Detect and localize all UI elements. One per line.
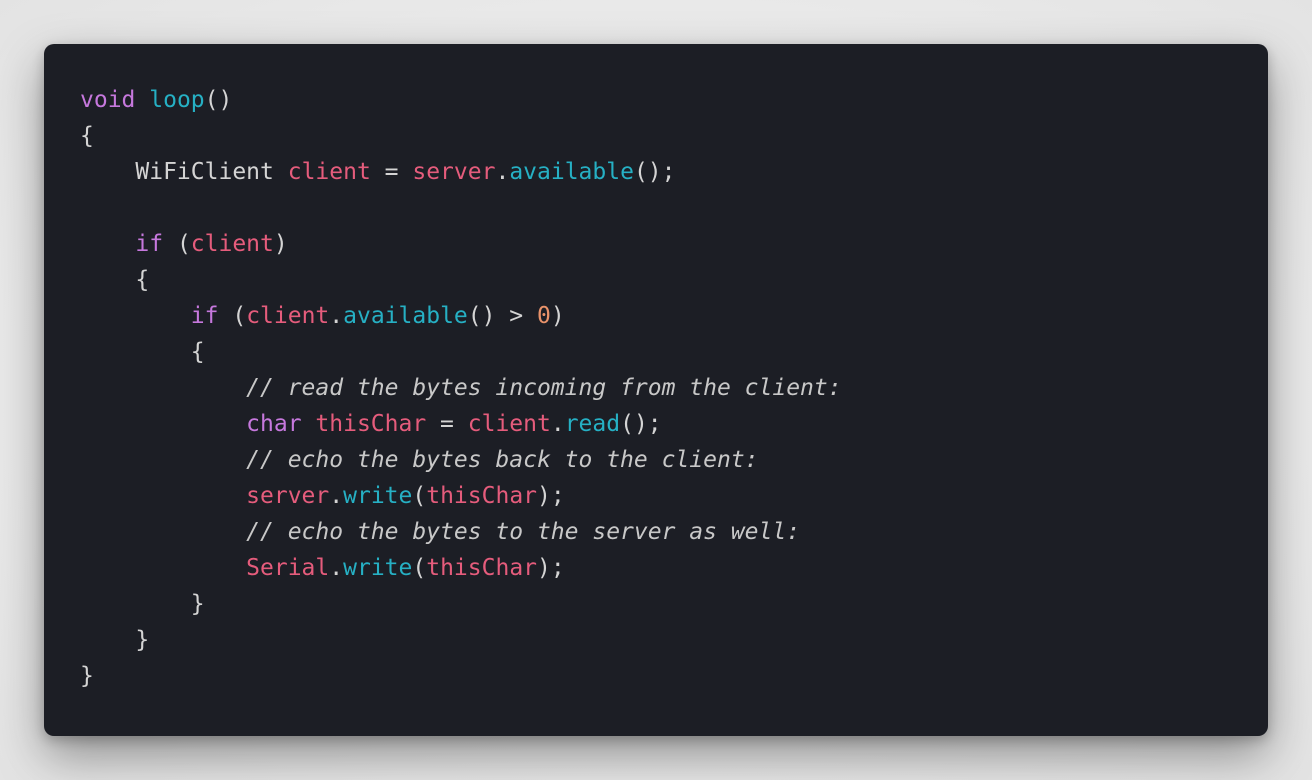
code-token-plain: ( (412, 483, 427, 509)
code-line: // read the bytes incoming from the clie… (80, 370, 1268, 406)
code-token-plain: = (426, 411, 468, 437)
code-token-keyword: if (135, 231, 164, 257)
code-token-plain: ); (537, 555, 565, 581)
code-line: Serial.write(thisChar); (80, 550, 1268, 586)
code-token-variable: client (190, 231, 274, 257)
code-token-plain: (); (633, 159, 676, 185)
code-line: server.write(thisChar); (80, 478, 1268, 514)
code-token-plain: } (80, 663, 94, 689)
code-token-plain: . (550, 411, 565, 437)
code-token-plain: } (80, 591, 205, 617)
code-token-plain: () > (467, 303, 538, 329)
code-token-plain: { (80, 339, 205, 365)
code-token-plain: . (329, 303, 344, 329)
code-token-variable: server (246, 483, 330, 509)
code-token-function: write (343, 555, 413, 581)
code-token-variable: client (246, 303, 330, 329)
code-line: { (80, 334, 1268, 370)
code-token-plain: { (80, 123, 94, 149)
code-line: } (80, 586, 1268, 622)
code-line: WiFiClient client = server.available(); (80, 154, 1268, 190)
code-token-variable: thisChar (315, 411, 427, 437)
code-token-keyword: void (80, 87, 136, 113)
code-line: if (client.available() > 0) (80, 298, 1268, 334)
code-token-number: 0 (537, 303, 551, 329)
code-token-comment: // read the bytes incoming from the clie… (246, 375, 842, 401)
code-line: { (80, 118, 1268, 154)
code-token-function: write (343, 483, 413, 509)
code-token-plain: ); (537, 483, 565, 509)
code-line: } (80, 622, 1268, 658)
code-token-plain: (); (620, 411, 662, 437)
code-token-plain: = (370, 159, 413, 185)
code-token-plain: { (80, 267, 150, 293)
code-token-plain: . (329, 555, 344, 581)
code-line: } (80, 658, 1268, 694)
code-token-variable: client (467, 411, 551, 437)
code-line: // echo the bytes back to the client: (80, 442, 1268, 478)
code-token-plain: . (329, 483, 344, 509)
code-token-variable: Serial (246, 555, 330, 581)
code-token-plain: ) (550, 303, 565, 329)
code-line: void loop() (80, 82, 1268, 118)
code-token-plain: . (495, 159, 510, 185)
code-token-variable: client (287, 159, 371, 185)
code-token-variable: server (412, 159, 496, 185)
code-token-plain: () (204, 87, 233, 113)
code-token-function: loop (149, 87, 205, 113)
code-token-function: available (343, 303, 468, 329)
code-token-plain: ( (218, 303, 247, 329)
code-token-function: read (564, 411, 621, 437)
code-token-keyword: char (246, 411, 302, 437)
code-body: void loop(){ WiFiClient client = server.… (80, 82, 1268, 694)
code-line: if (client) (80, 226, 1268, 262)
code-token-plain: ( (163, 231, 191, 257)
code-token-function: available (509, 159, 634, 185)
code-token-variable: thisChar (426, 483, 538, 509)
code-token-comment: // echo the bytes back to the client: (246, 447, 759, 473)
code-token-plain: WiFiClient (80, 159, 288, 185)
code-token-plain: } (80, 627, 150, 653)
code-token-plain: ) (273, 231, 288, 257)
code-line: char thisChar = client.read(); (80, 406, 1268, 442)
code-line: // echo the bytes to the server as well: (80, 514, 1268, 550)
code-block: void loop(){ WiFiClient client = server.… (44, 44, 1268, 736)
code-token-keyword: if (190, 303, 219, 329)
code-token-comment: // echo the bytes to the server as well: (246, 519, 801, 545)
code-line: { (80, 262, 1268, 298)
code-token-plain: ( (412, 555, 427, 581)
code-token-variable: thisChar (426, 555, 538, 581)
